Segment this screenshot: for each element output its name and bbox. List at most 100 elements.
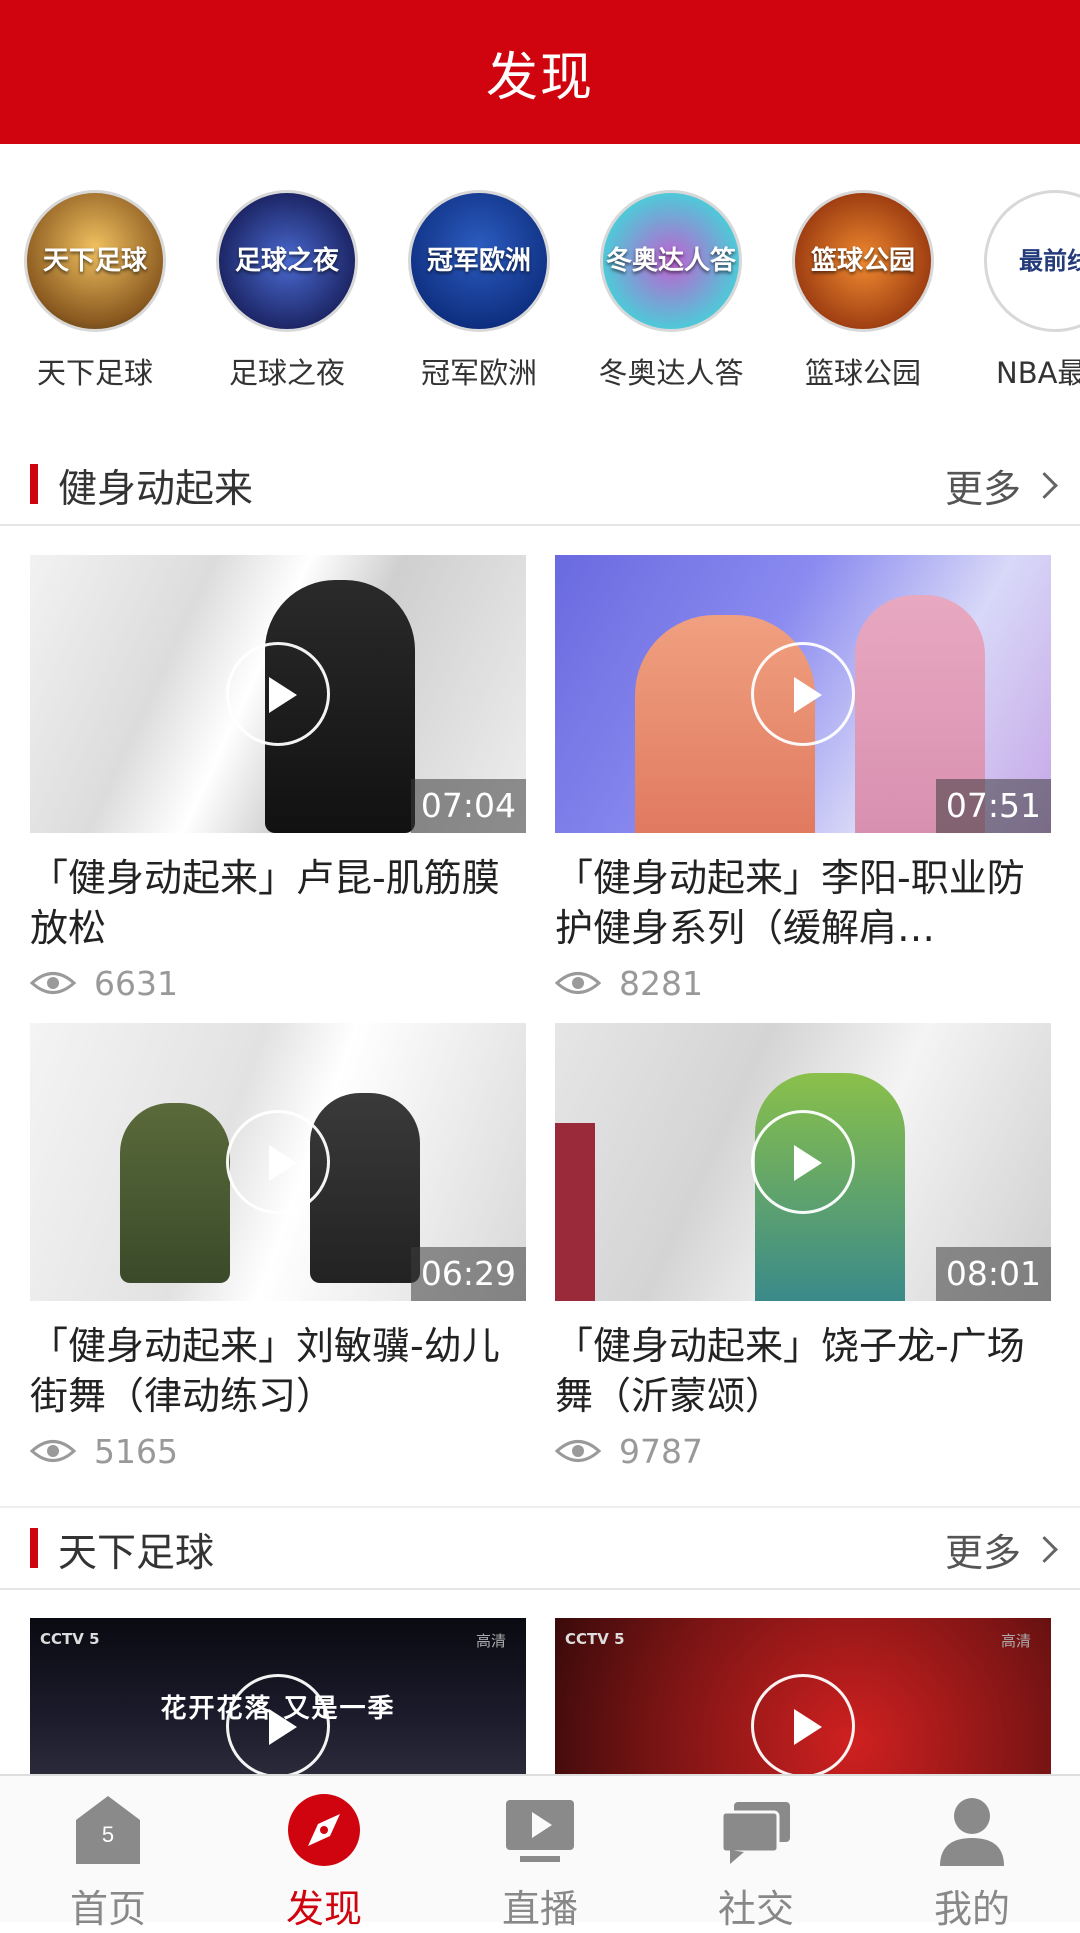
page-header: 发现 — [0, 0, 1080, 144]
view-count: 8281 — [555, 961, 1051, 1005]
video-card[interactable]: CCTV 5 高清 — [555, 1618, 1051, 1774]
section-header-football: 天下足球 更多 — [0, 1508, 1080, 1590]
section-accent-bar — [30, 1528, 38, 1568]
tab-label: 社交 — [717, 1887, 794, 1931]
duration-badge: 08:01 — [935, 1247, 1051, 1301]
page-title: 发现 — [485, 47, 594, 108]
tab-home[interactable]: 5 首页 — [0, 1776, 216, 1931]
channel-name: 冠军欧洲 — [420, 356, 537, 390]
section-title: 健身动起来 — [58, 467, 254, 512]
play-icon[interactable] — [226, 1674, 330, 1774]
channel-logo-text: 足球之夜 — [234, 246, 339, 276]
eye-icon — [555, 972, 601, 994]
view-count: 9787 — [555, 1429, 1051, 1473]
channel-name: 足球之夜 — [228, 356, 345, 390]
channel-watermark: CCTV 5 — [40, 1630, 100, 1648]
channel-logo-text: 最前线 — [1019, 247, 1080, 275]
tab-label: 发现 — [285, 1887, 362, 1931]
video-thumbnail[interactable]: 07:51 — [555, 555, 1051, 833]
more-link[interactable]: 更多 — [944, 458, 1058, 513]
video-thumbnail[interactable]: CCTV 5 高清 — [555, 1618, 1051, 1774]
video-card[interactable]: 07:04 「健身动起来」卢昆-肌筋膜放松 6631 — [30, 555, 526, 1005]
channel-watermark: CCTV 5 — [565, 1630, 625, 1648]
child-figure — [310, 1093, 420, 1283]
duration-badge: 07:04 — [410, 779, 526, 833]
eye-icon — [555, 1440, 601, 1462]
channel-logo-text: 冬奥达人答 — [605, 246, 736, 276]
video-thumbnail[interactable]: 06:29 — [30, 1023, 526, 1301]
channel-logo-text: 天下足球 — [42, 246, 147, 276]
channel-logo-text: 冠军欧洲 — [426, 246, 531, 276]
view-count-value: 5165 — [94, 1431, 178, 1471]
channel-item[interactable]: 足球之夜 足球之夜 — [212, 190, 362, 392]
channel-item[interactable]: 冠军欧洲 冠军欧洲 — [404, 190, 554, 392]
section-title: 天下足球 — [58, 1531, 215, 1576]
video-thumbnail[interactable]: 07:04 — [30, 555, 526, 833]
duration-badge: 07:51 — [935, 779, 1051, 833]
channel-logo: 冠军欧洲 — [408, 190, 550, 332]
video-thumbnail[interactable]: CCTV 5 高清 花开花落 又是一季 — [30, 1618, 526, 1774]
play-icon[interactable] — [751, 642, 855, 746]
channel-name: 篮球公园 — [804, 356, 921, 390]
eye-icon — [30, 1440, 76, 1462]
child-figure — [120, 1103, 230, 1283]
live-play-icon — [506, 1800, 574, 1862]
channel-item[interactable]: 最前线 NBA最 — [980, 190, 1080, 392]
video-title: 「健身动起来」李阳-职业防护健身系列（缓解肩… — [555, 856, 1025, 950]
video-thumbnail[interactable]: 08:01 — [555, 1023, 1051, 1301]
user-icon — [940, 1798, 1004, 1866]
presenter-figure — [555, 1123, 595, 1301]
video-title: 「健身动起来」卢昆-肌筋膜放松 — [30, 856, 500, 950]
chevron-right-icon — [1031, 472, 1058, 499]
home-icon: 5 — [76, 1796, 140, 1864]
channel-item[interactable]: 冬奥达人答 冬奥达人答 — [596, 190, 746, 392]
tab-label: 首页 — [69, 1887, 146, 1931]
channel-logo: 天下足球 — [24, 190, 166, 332]
video-title: 「健身动起来」刘敏骥-幼儿街舞（律动练习） — [30, 1324, 500, 1418]
channel-name: NBA最 — [996, 356, 1080, 390]
channel-name: 冬奥达人答 — [598, 356, 744, 390]
eye-icon — [30, 972, 76, 994]
section-header-fitness: 健身动起来 更多 — [0, 444, 1080, 526]
home-badge: 5 — [102, 1822, 114, 1847]
play-icon[interactable] — [751, 1110, 855, 1214]
channel-item[interactable]: 篮球公园 篮球公园 — [788, 190, 938, 392]
channel-logo-text: 篮球公园 — [810, 246, 915, 276]
chevron-right-icon — [1031, 1536, 1058, 1563]
channel-logo: 足球之夜 — [216, 190, 358, 332]
compass-icon — [288, 1794, 360, 1866]
view-count: 5165 — [30, 1429, 526, 1473]
play-icon[interactable] — [226, 642, 330, 746]
video-card[interactable]: 06:29 「健身动起来」刘敏骥-幼儿街舞（律动练习） 5165 — [30, 1023, 526, 1473]
play-icon[interactable] — [751, 1674, 855, 1774]
tab-mine[interactable]: 我的 — [864, 1776, 1080, 1931]
hd-mark: 高清 — [1000, 1632, 1031, 1650]
tab-label: 我的 — [933, 1887, 1010, 1931]
bottom-tab-bar: 5 首页 发现 直播 社交 我的 — [0, 1774, 1080, 1931]
duration-badge: 06:29 — [410, 1247, 526, 1301]
channel-name: 天下足球 — [36, 356, 153, 390]
channel-strip[interactable]: 天下足球 天下足球 足球之夜 足球之夜 冠军欧洲 冠军欧洲 冬奥达人答 冬奥达人… — [0, 190, 1080, 400]
play-icon[interactable] — [226, 1110, 330, 1214]
section-accent-bar — [30, 464, 38, 504]
tab-label: 直播 — [501, 1887, 578, 1931]
hd-mark: 高清 — [475, 1632, 506, 1650]
view-count-value: 9787 — [619, 1431, 703, 1471]
more-label: 更多 — [944, 1531, 1021, 1575]
chat-icon — [720, 1802, 790, 1864]
view-count-value: 6631 — [94, 963, 178, 1003]
video-card[interactable]: 07:51 「健身动起来」李阳-职业防护健身系列（缓解肩… 8281 — [555, 555, 1051, 1005]
view-count-value: 8281 — [619, 963, 703, 1003]
channel-logo: 最前线 — [984, 190, 1080, 332]
tab-live[interactable]: 直播 — [432, 1776, 648, 1931]
tab-discover[interactable]: 发现 — [216, 1776, 432, 1931]
channel-item[interactable]: 天下足球 天下足球 — [20, 190, 170, 392]
video-card[interactable]: 08:01 「健身动起来」饶子龙-广场舞（沂蒙颂） 9787 — [555, 1023, 1051, 1473]
video-card[interactable]: CCTV 5 高清 花开花落 又是一季 — [30, 1618, 526, 1774]
more-link[interactable]: 更多 — [944, 1522, 1058, 1577]
view-count: 6631 — [30, 961, 526, 1005]
video-title: 「健身动起来」饶子龙-广场舞（沂蒙颂） — [555, 1324, 1025, 1418]
channel-logo: 冬奥达人答 — [600, 190, 742, 332]
more-label: 更多 — [944, 467, 1021, 511]
tab-social[interactable]: 社交 — [648, 1776, 864, 1931]
